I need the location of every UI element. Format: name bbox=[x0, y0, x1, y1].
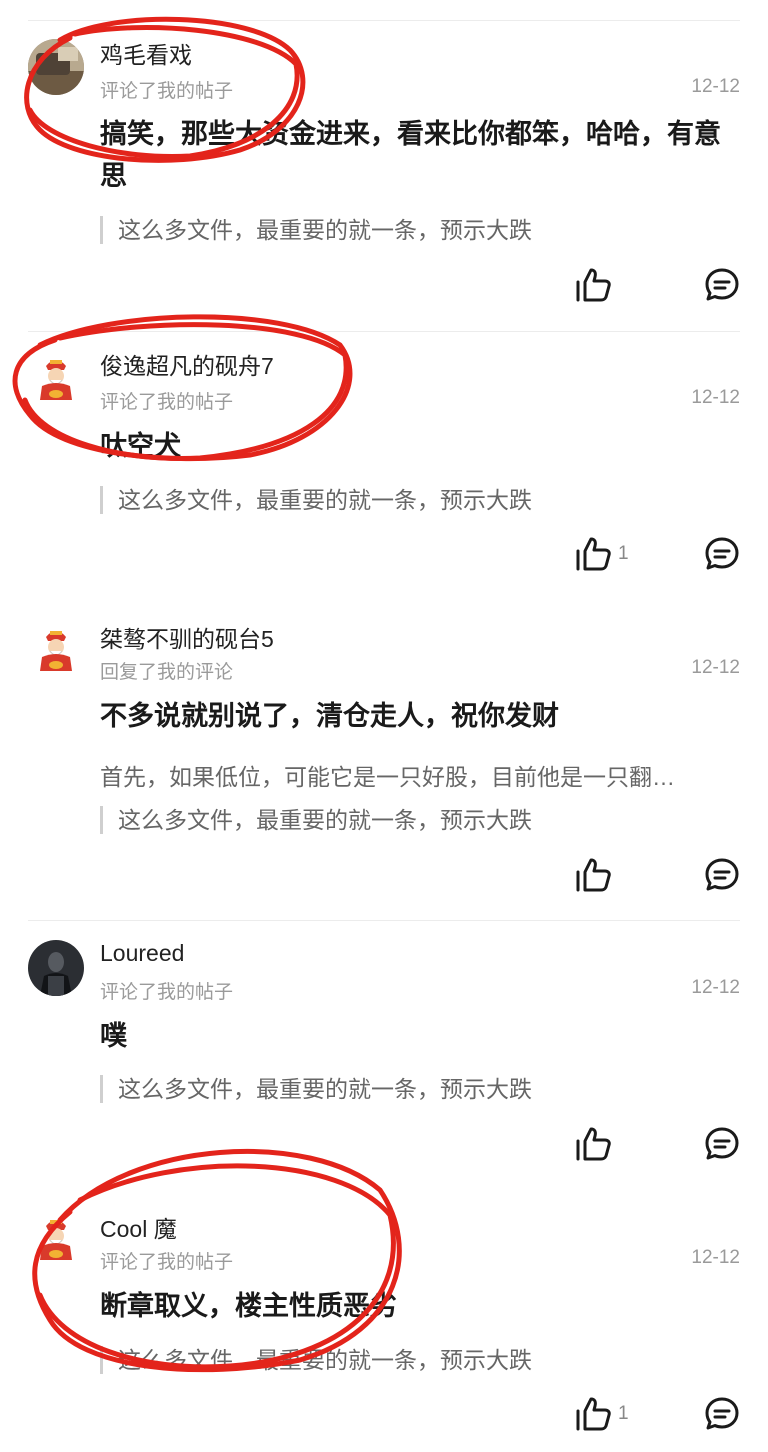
avatar[interactable] bbox=[28, 621, 84, 677]
like-button[interactable] bbox=[574, 855, 614, 895]
thumbs-up-icon bbox=[576, 537, 611, 571]
like-button[interactable] bbox=[574, 1394, 614, 1434]
action-text: 评论了我的帖子 bbox=[100, 1252, 234, 1273]
comment-content[interactable]: 断章取义，楼主性质恶劣 bbox=[100, 1285, 740, 1327]
reply-button[interactable] bbox=[702, 855, 742, 895]
thumbs-up-icon bbox=[576, 858, 611, 892]
like-button[interactable] bbox=[574, 1124, 614, 1164]
reply-button[interactable] bbox=[702, 534, 742, 574]
thumbs-up-icon bbox=[576, 1397, 611, 1431]
item-divider bbox=[28, 920, 740, 921]
quoted-post[interactable]: 这么多文件，最重要的就一条，预示大跌 bbox=[100, 1075, 532, 1103]
like-button[interactable] bbox=[574, 265, 614, 305]
username[interactable]: 桀骜不驯的砚台5 bbox=[100, 620, 274, 654]
original-reply[interactable]: 首先，如果低位，可能它是一只好股，目前他是一只翻… bbox=[100, 758, 728, 792]
reply-button[interactable] bbox=[702, 1124, 742, 1164]
like-count: 1 bbox=[618, 1403, 629, 1424]
timestamp: 12-12 bbox=[691, 76, 740, 97]
like-count: 1 bbox=[618, 543, 629, 564]
thumbs-up-icon bbox=[576, 268, 611, 302]
username[interactable]: 鸡毛看戏 bbox=[100, 36, 192, 70]
item-divider bbox=[28, 331, 740, 332]
username[interactable]: Loureed bbox=[100, 940, 184, 967]
timestamp: 12-12 bbox=[691, 387, 740, 408]
comment-bubble-icon bbox=[705, 268, 739, 301]
timestamp: 12-12 bbox=[691, 977, 740, 998]
username[interactable]: Cool 魔 bbox=[100, 1210, 177, 1244]
action-text: 评论了我的帖子 bbox=[100, 982, 234, 1003]
quoted-post[interactable]: 这么多文件，最重要的就一条，预示大跌 bbox=[100, 486, 532, 514]
like-button[interactable] bbox=[574, 534, 614, 574]
quoted-post[interactable]: 这么多文件，最重要的就一条，预示大跌 bbox=[100, 216, 532, 244]
comment-content[interactable]: 噗 bbox=[100, 1015, 740, 1057]
thumbs-up-icon bbox=[576, 1127, 611, 1161]
timestamp: 12-12 bbox=[691, 1247, 740, 1268]
avatar[interactable] bbox=[28, 39, 84, 95]
reply-button[interactable] bbox=[702, 265, 742, 305]
comment-content[interactable]: 呔空犬 bbox=[100, 425, 740, 467]
comment-bubble-icon bbox=[705, 1127, 739, 1160]
action-text: 评论了我的帖子 bbox=[100, 81, 234, 102]
comment-bubble-icon bbox=[705, 858, 739, 891]
avatar[interactable] bbox=[28, 350, 84, 406]
quoted-post[interactable]: 这么多文件，最重要的就一条，预示大跌 bbox=[100, 1346, 532, 1374]
action-text: 回复了我的评论 bbox=[100, 662, 234, 683]
top-divider bbox=[28, 20, 740, 21]
comment-bubble-icon bbox=[705, 537, 739, 570]
comment-content[interactable]: 不多说就别说了，清仓走人，祝你发财 bbox=[100, 695, 740, 737]
avatar[interactable] bbox=[28, 940, 84, 996]
comment-content[interactable]: 搞笑，那些大资金进来，看来比你都笨，哈哈，有意思 bbox=[100, 113, 740, 197]
action-text: 评论了我的帖子 bbox=[100, 392, 234, 413]
username[interactable]: 俊逸超凡的砚舟7 bbox=[100, 347, 274, 381]
comment-bubble-icon bbox=[705, 1397, 739, 1430]
timestamp: 12-12 bbox=[691, 657, 740, 678]
avatar[interactable] bbox=[28, 1210, 84, 1266]
reply-button[interactable] bbox=[702, 1394, 742, 1434]
quoted-post[interactable]: 这么多文件，最重要的就一条，预示大跌 bbox=[100, 806, 532, 834]
